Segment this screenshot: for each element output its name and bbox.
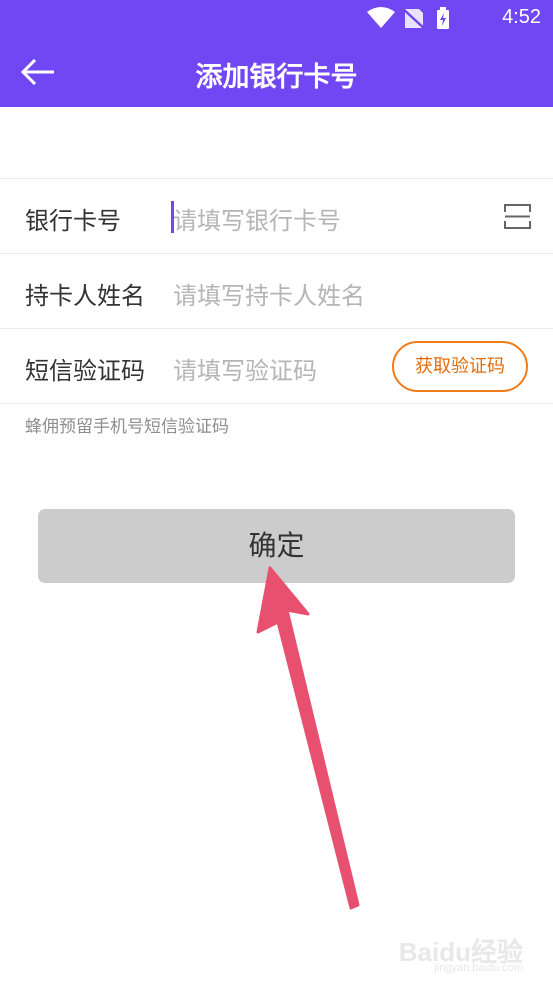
cardholder-label: 持卡人姓名 [25,282,145,310]
scan-icon[interactable] [504,203,531,230]
battery-icon [437,7,449,29]
app-bar: 添加银行卡号 [0,36,553,107]
cardholder-input[interactable]: 请填写持卡人姓名 [173,276,473,311]
get-code-button[interactable]: 获取验证码 [392,341,528,392]
confirm-button[interactable]: 确定 [38,509,515,583]
bank-card-input[interactable]: 请填写银行卡号 [173,201,473,236]
page-title: 添加银行卡号 [195,62,358,93]
wifi-icon [367,7,395,28]
watermark-url: jingyan.baidu.com [434,962,523,974]
no-sim-icon [401,7,427,30]
sms-code-row: 短信验证码 请填写验证码 获取验证码 [0,329,553,404]
annotation-arrow [256,566,360,910]
status-icons [367,7,449,30]
sms-hint: 蜂佣预留手机号短信验证码 [25,417,229,437]
bank-card-row: 银行卡号 请填写银行卡号 [0,179,553,254]
cardholder-row: 持卡人姓名 请填写持卡人姓名 [0,254,553,329]
sms-code-input[interactable]: 请填写验证码 [173,351,373,386]
status-time: 4:52 [502,6,541,28]
status-bar: 4:52 [0,0,553,36]
sms-code-label: 短信验证码 [25,357,145,385]
bank-card-label: 银行卡号 [25,207,121,235]
